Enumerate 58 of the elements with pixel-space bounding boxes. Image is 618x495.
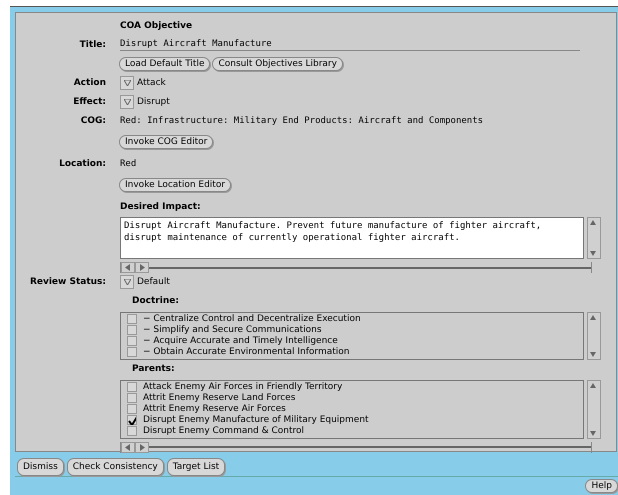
footer-button[interactable]: Dismiss xyxy=(17,458,64,476)
field-label: Title: xyxy=(78,40,106,50)
footer-button[interactable]: Target List xyxy=(166,458,226,476)
list-item[interactable]: Disrupt Enemy Manufacture of Military Equipment xyxy=(143,415,369,426)
cog-value: Red: Infrastructure: Military End Products: Aircraft and Components xyxy=(120,116,484,126)
field-label: Action xyxy=(72,78,106,88)
field-label: Effect: xyxy=(72,96,106,106)
list-item[interactable]: − Centralize Control and Decentralize Execution xyxy=(143,314,361,324)
list-item[interactable]: Disrupt Enemy Command & Control xyxy=(143,426,304,436)
editor-button[interactable]: Invoke Location Editor xyxy=(119,178,232,192)
impact-text-area[interactable]: Disrupt Aircraft Manufacture. Prevent future manufacture of fighter aircraft, disrupt maintenance of currently operational fighter aircraft. xyxy=(120,217,584,259)
checkbox[interactable] xyxy=(127,347,137,358)
dropdown-value: Attack xyxy=(137,78,166,88)
checkbox[interactable] xyxy=(127,426,137,436)
triangle-icon xyxy=(124,279,130,286)
horizontal-scrollbar[interactable] xyxy=(120,442,592,453)
footer-button[interactable]: Check Consistency xyxy=(66,458,164,476)
action-button[interactable]: Consult Objectives Library xyxy=(212,56,343,70)
triangle-icon xyxy=(124,80,130,86)
editor-button[interactable]: Invoke COG Editor xyxy=(119,135,214,149)
dropdown-button[interactable] xyxy=(120,94,134,108)
up-arrow-icon[interactable] xyxy=(588,312,598,323)
list-item[interactable]: − Simplify and Secure Communications xyxy=(143,325,322,336)
list-item[interactable]: Attrit Enemy Reserve Land Forces xyxy=(143,393,296,404)
down-arrow-icon[interactable] xyxy=(588,248,598,258)
section-heading: Doctrine: xyxy=(132,296,179,306)
checkbox[interactable] xyxy=(127,314,137,324)
checkbox[interactable] xyxy=(127,404,137,414)
list-item[interactable]: − Acquire Accurate and Timely Intelligence xyxy=(143,336,338,346)
vertical-scrollbar[interactable] xyxy=(587,217,601,259)
vertical-scrollbar[interactable] xyxy=(587,380,601,439)
field-label: Location: xyxy=(58,158,106,168)
dropdown-button[interactable] xyxy=(120,275,134,290)
dropdown-button[interactable] xyxy=(120,76,134,90)
field-label: COG: xyxy=(80,116,106,126)
checkbox[interactable] xyxy=(127,393,137,404)
location-value: Red xyxy=(120,158,136,168)
list-item[interactable]: − Obtain Accurate Environmental Information xyxy=(143,347,350,358)
up-arrow-icon[interactable] xyxy=(588,380,598,391)
checkbox[interactable] xyxy=(127,325,137,336)
title-field[interactable]: Disrupt Aircraft Manufacture xyxy=(120,38,580,51)
vertical-scrollbar[interactable] xyxy=(587,312,601,360)
triangle-icon xyxy=(124,98,130,104)
section-heading: Desired Impact: xyxy=(120,202,201,212)
checkbox[interactable] xyxy=(127,336,137,346)
checkbox[interactable] xyxy=(127,382,137,392)
field-label: Review Status: xyxy=(28,277,106,288)
dropdown-value: Disrupt xyxy=(137,96,170,106)
up-arrow-icon[interactable] xyxy=(588,218,598,228)
section-heading: Parents: xyxy=(132,364,175,374)
section-heading: COA Objective xyxy=(120,20,192,30)
dropdown-value: Default xyxy=(137,277,170,288)
help-button[interactable]: Help xyxy=(585,479,618,493)
list-item[interactable]: Attack Enemy Air Forces in Friendly Territory xyxy=(143,382,342,392)
checkbox[interactable] xyxy=(127,415,137,426)
horizontal-scrollbar[interactable] xyxy=(120,262,592,273)
action-button[interactable]: Load Default Title xyxy=(119,56,210,70)
list-item[interactable]: Attrit Enemy Reserve Air Forces xyxy=(143,404,286,414)
